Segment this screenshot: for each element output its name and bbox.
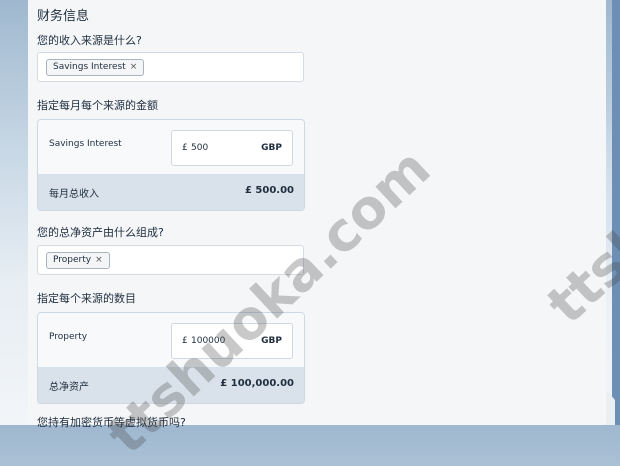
source-label: Savings Interest [49, 139, 122, 149]
source-label: Property [49, 332, 88, 342]
assets-question: 您的总净资产由什么组成? [37, 226, 164, 239]
selected-tag: Property × [46, 252, 110, 269]
total-label: 每月总收入 [49, 189, 99, 200]
income-amount-card: Savings Interest £ 500 GBP 每月总收入 £ 500.0… [37, 119, 305, 211]
income-question: 您的收入来源是什么? [37, 34, 142, 47]
selected-tag: Savings Interest × [46, 59, 145, 76]
income-source-select[interactable]: Savings Interest × [37, 52, 304, 82]
currency-symbol: £ [182, 143, 188, 153]
income-amount-question: 指定每月每个来源的金额 [37, 99, 158, 112]
total-label: 总净资产 [49, 382, 89, 393]
assets-amount-question: 指定每个来源的数目 [37, 292, 136, 305]
remove-tag-icon[interactable]: × [95, 255, 103, 265]
section-title: 财务信息 [37, 9, 90, 24]
total-value: £ 500.00 [244, 185, 294, 196]
amount-input[interactable]: £ 500 GBP [171, 130, 293, 166]
tag-label: Savings Interest [53, 62, 126, 72]
tag-label: Property [53, 255, 92, 265]
remove-tag-icon[interactable]: × [130, 62, 138, 72]
amount-value: 500 [191, 143, 209, 153]
total-value: £ 100,000.00 [220, 378, 294, 389]
currency-code: GBP [261, 143, 282, 153]
